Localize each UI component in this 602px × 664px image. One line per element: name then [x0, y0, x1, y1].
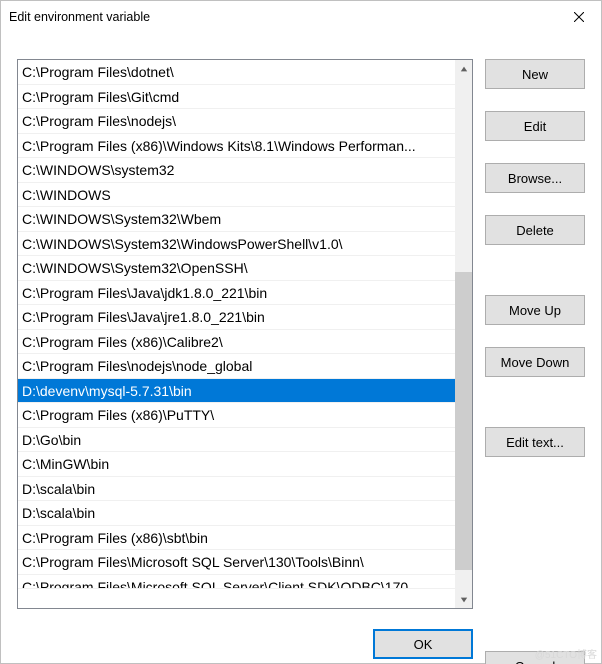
close-button[interactable]	[556, 1, 601, 33]
titlebar: Edit environment variable	[1, 1, 601, 33]
cancel-button[interactable]: Cancel	[485, 651, 585, 664]
list-item[interactable]: C:\WINDOWS\System32\Wbem	[18, 207, 455, 232]
list-item[interactable]: C:\WINDOWS\System32\WindowsPowerShell\v1…	[18, 232, 455, 257]
list-item[interactable]: D:\scala\bin	[18, 477, 455, 502]
list-item[interactable]: C:\Program Files (x86)\Calibre2\	[18, 330, 455, 355]
dialog-window: Edit environment variable C:\Program Fil…	[0, 0, 602, 664]
move-down-button[interactable]: Move Down	[485, 347, 585, 377]
dialog-body: C:\Program Files\dotnet\C:\Program Files…	[1, 33, 601, 664]
chevron-down-icon	[460, 596, 468, 604]
edit-text-button[interactable]: Edit text...	[485, 427, 585, 457]
ok-button[interactable]: OK	[373, 629, 473, 659]
button-column: New Edit Browse... Delete Move Up Move D…	[485, 59, 585, 609]
list-item[interactable]: C:\WINDOWS\system32	[18, 158, 455, 183]
list-item[interactable]: D:\devenv\mysql-5.7.31\bin	[18, 379, 455, 404]
chevron-up-icon	[460, 65, 468, 73]
list-item[interactable]: C:\WINDOWS	[18, 183, 455, 208]
scrollbar[interactable]	[455, 60, 472, 608]
list-item[interactable]: C:\Program Files\Java\jdk1.8.0_221\bin	[18, 281, 455, 306]
browse-button[interactable]: Browse...	[485, 163, 585, 193]
list-item[interactable]: C:\Program Files\dotnet\	[18, 60, 455, 85]
list-item[interactable]: C:\Program Files\Microsoft SQL Server\13…	[18, 550, 455, 575]
move-up-button[interactable]: Move Up	[485, 295, 585, 325]
edit-button[interactable]: Edit	[485, 111, 585, 141]
list-item[interactable]: C:\Program Files\Microsoft SQL Server\Cl…	[18, 575, 455, 589]
list-item[interactable]: D:\scala\bin	[18, 501, 455, 526]
list-item[interactable]: C:\Program Files\Git\cmd	[18, 85, 455, 110]
list-item[interactable]: C:\Program Files (x86)\PuTTY\	[18, 403, 455, 428]
list-item[interactable]: D:\Go\bin	[18, 428, 455, 453]
new-button[interactable]: New	[485, 59, 585, 89]
path-listbox[interactable]: C:\Program Files\dotnet\C:\Program Files…	[17, 59, 473, 609]
dialog-footer: OK Cancel	[17, 609, 585, 664]
delete-button[interactable]: Delete	[485, 215, 585, 245]
list-item[interactable]: C:\Program Files (x86)\Windows Kits\8.1\…	[18, 134, 455, 159]
scroll-down-button[interactable]	[455, 591, 472, 608]
scroll-thumb[interactable]	[455, 272, 472, 570]
listbox-viewport: C:\Program Files\dotnet\C:\Program Files…	[18, 60, 455, 608]
list-item[interactable]: C:\WINDOWS\System32\OpenSSH\	[18, 256, 455, 281]
scroll-track[interactable]	[455, 77, 472, 591]
list-item[interactable]: C:\Program Files\Java\jre1.8.0_221\bin	[18, 305, 455, 330]
dialog-title: Edit environment variable	[9, 10, 150, 24]
list-item[interactable]: C:\Program Files\nodejs\node_global	[18, 354, 455, 379]
list-item[interactable]: C:\MinGW\bin	[18, 452, 455, 477]
list-item[interactable]: C:\Program Files (x86)\sbt\bin	[18, 526, 455, 551]
list-item[interactable]: C:\Program Files\nodejs\	[18, 109, 455, 134]
main-row: C:\Program Files\dotnet\C:\Program Files…	[17, 33, 585, 609]
close-icon	[574, 12, 584, 22]
scroll-up-button[interactable]	[455, 60, 472, 77]
